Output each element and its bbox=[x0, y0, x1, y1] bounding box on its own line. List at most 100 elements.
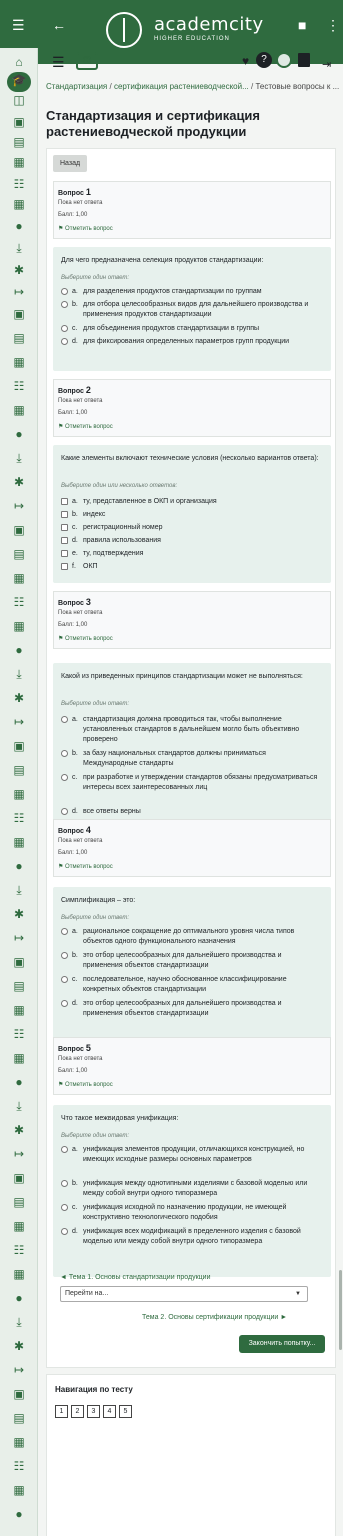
answer-option[interactable]: f. ОКП bbox=[61, 562, 323, 575]
user-icon[interactable]: ● bbox=[11, 642, 27, 658]
download-icon[interactable]: ⤓ bbox=[11, 1314, 27, 1330]
heart-icon[interactable]: ♥ bbox=[242, 54, 249, 68]
answer-option[interactable]: a. ту, представленное в ОКП и организация bbox=[61, 497, 323, 510]
next-activity-link[interactable]: Тема 2. Основы сертификации продукции ► bbox=[142, 1314, 287, 1321]
answer-option[interactable]: a. рациональное сокращение до оптимальног… bbox=[61, 927, 323, 951]
calendar-icon[interactable]: ▦ bbox=[11, 196, 27, 212]
list-icon[interactable]: ☷ bbox=[11, 1242, 27, 1258]
calendar-icon[interactable]: ▦ bbox=[11, 1218, 27, 1234]
answer-option[interactable]: a. унификация элементов продукции, отлича… bbox=[61, 1145, 323, 1179]
list-icon[interactable]: ☷ bbox=[11, 378, 27, 394]
calendar-icon[interactable]: ▦ bbox=[11, 1434, 27, 1450]
gear-icon[interactable]: ✱ bbox=[11, 474, 27, 490]
radio-button[interactable] bbox=[61, 1228, 68, 1235]
book-icon[interactable]: ▣ bbox=[11, 1170, 27, 1186]
back-nav-button[interactable]: Назад bbox=[53, 155, 88, 172]
user-icon[interactable]: ● bbox=[11, 218, 27, 234]
exit-icon[interactable]: ↦ bbox=[11, 284, 27, 300]
answer-option[interactable]: a. для разделения продуктов стандартизаци… bbox=[61, 287, 323, 300]
book-icon[interactable]: ▣ bbox=[11, 522, 27, 538]
download-icon[interactable]: ⤓ bbox=[11, 450, 27, 466]
flag-question-link[interactable]: ⚑ Отметить вопрос bbox=[58, 423, 113, 430]
book-icon[interactable]: ▣ bbox=[11, 954, 27, 970]
answer-option[interactable]: b. за базу национальных стандартов должны… bbox=[61, 749, 323, 773]
answer-option[interactable]: b. индекс bbox=[61, 510, 323, 523]
exit-icon[interactable]: ↦ bbox=[11, 930, 27, 946]
user-icon[interactable]: ● bbox=[11, 426, 27, 442]
radio-button[interactable] bbox=[61, 928, 68, 935]
chat-icon[interactable]: ▤ bbox=[11, 546, 27, 562]
exit-icon[interactable]: ↦ bbox=[11, 1362, 27, 1378]
checkbox[interactable] bbox=[61, 550, 68, 557]
finish-attempt-button[interactable]: Закончить попытку... bbox=[239, 1335, 325, 1353]
hamburger-icon[interactable]: ☰ bbox=[52, 54, 65, 71]
menu-icon[interactable]: ☰ bbox=[12, 18, 25, 32]
gear-icon[interactable]: ✱ bbox=[11, 1338, 27, 1354]
flag-question-link[interactable]: ⚑ Отметить вопрос bbox=[58, 863, 113, 870]
list-icon[interactable]: ☷ bbox=[11, 176, 27, 192]
answer-option[interactable]: a. стандартизация должна проводиться так,… bbox=[61, 715, 323, 749]
chat-icon[interactable]: ▤ bbox=[11, 978, 27, 994]
answer-option[interactable]: d. правила использования bbox=[61, 536, 323, 549]
calendar-icon[interactable]: ▦ bbox=[11, 618, 27, 634]
cart-icon[interactable]: ⊞ bbox=[76, 52, 98, 70]
chat-icon[interactable]: ▤ bbox=[11, 1194, 27, 1210]
flag-question-link[interactable]: ⚑ Отметить вопрос bbox=[58, 225, 113, 232]
answer-option[interactable]: c. регистрационный номер bbox=[61, 523, 323, 536]
answer-option[interactable]: d. унификация всех модификаций в пределен… bbox=[61, 1227, 323, 1251]
download-icon[interactable]: ⤓ bbox=[11, 882, 27, 898]
answer-option[interactable]: c. при разработке и утверждении стандарто… bbox=[61, 773, 323, 807]
radio-button[interactable] bbox=[61, 1204, 68, 1211]
radio-button[interactable] bbox=[61, 750, 68, 757]
book-icon[interactable]: ▣ bbox=[11, 114, 27, 130]
checkbox[interactable] bbox=[61, 498, 68, 505]
gear-icon[interactable]: ✱ bbox=[11, 1122, 27, 1138]
answer-option[interactable]: d. это отбор целесообразных для дальнейше… bbox=[61, 999, 323, 1023]
radio-button[interactable] bbox=[61, 952, 68, 959]
answer-option[interactable]: c. последовательное, научно обоснованное … bbox=[61, 975, 323, 999]
checkbox[interactable] bbox=[61, 537, 68, 544]
exit-icon[interactable]: ↦ bbox=[11, 498, 27, 514]
flag-question-link[interactable]: ⚑ Отметить вопрос bbox=[58, 635, 113, 642]
gear-icon[interactable]: ✱ bbox=[11, 262, 27, 278]
breadcrumb-item[interactable]: сертификация растениеводческой... bbox=[114, 82, 249, 91]
gear-icon[interactable]: ✱ bbox=[11, 690, 27, 706]
answer-option[interactable]: b. для отбора целесообразных видов для да… bbox=[61, 300, 323, 324]
checkbox[interactable] bbox=[61, 524, 68, 531]
list-icon[interactable]: ☷ bbox=[11, 1458, 27, 1474]
exit-icon[interactable]: ↦ bbox=[11, 714, 27, 730]
radio-button[interactable] bbox=[61, 1146, 68, 1153]
more-icon[interactable]: ⋮ bbox=[326, 18, 340, 32]
home-icon[interactable]: ⌂ bbox=[11, 54, 27, 70]
user-icon[interactable]: ● bbox=[11, 858, 27, 874]
radio-button[interactable] bbox=[61, 1000, 68, 1007]
scrollbar[interactable] bbox=[339, 1270, 342, 1350]
quiz-nav-button[interactable]: 1 bbox=[55, 1405, 68, 1418]
answer-option[interactable]: c. унификация исходной по назначению прод… bbox=[61, 1203, 323, 1227]
radio-button[interactable] bbox=[61, 1180, 68, 1187]
calendar-icon[interactable]: ▦ bbox=[11, 1482, 27, 1498]
gear-icon[interactable]: ✱ bbox=[11, 906, 27, 922]
book-icon[interactable]: ▣ bbox=[11, 738, 27, 754]
calendar-icon[interactable]: ▦ bbox=[11, 354, 27, 370]
quiz-nav-button[interactable]: 3 bbox=[87, 1405, 100, 1418]
radio-button[interactable] bbox=[61, 301, 68, 308]
quiz-nav-button[interactable]: 5 bbox=[119, 1405, 132, 1418]
book-icon[interactable]: ▣ bbox=[11, 1386, 27, 1402]
chat-icon[interactable]: ▤ bbox=[11, 1410, 27, 1426]
checkbox[interactable] bbox=[61, 511, 68, 518]
list-icon[interactable]: ☷ bbox=[11, 594, 27, 610]
user-icon[interactable]: ● bbox=[11, 1074, 27, 1090]
list-icon[interactable]: ☷ bbox=[11, 1026, 27, 1042]
prev-activity-link[interactable]: ◄ Тема 1. Основы стандартизации продукци… bbox=[60, 1274, 210, 1281]
graduation-cap-icon[interactable]: 🎓 bbox=[7, 72, 31, 92]
radio-button[interactable] bbox=[61, 338, 68, 345]
download-icon[interactable]: ⤓ bbox=[11, 240, 27, 256]
list-icon[interactable]: ☷ bbox=[11, 810, 27, 826]
quiz-nav-button[interactable]: 4 bbox=[103, 1405, 116, 1418]
chat-icon[interactable]: ▤ bbox=[11, 330, 27, 346]
radio-button[interactable] bbox=[61, 325, 68, 332]
answer-option[interactable]: c. для объединения продуктов стандартизац… bbox=[61, 324, 323, 337]
bookmark-icon[interactable]: ■ bbox=[298, 18, 306, 32]
checkbox[interactable] bbox=[61, 563, 68, 570]
